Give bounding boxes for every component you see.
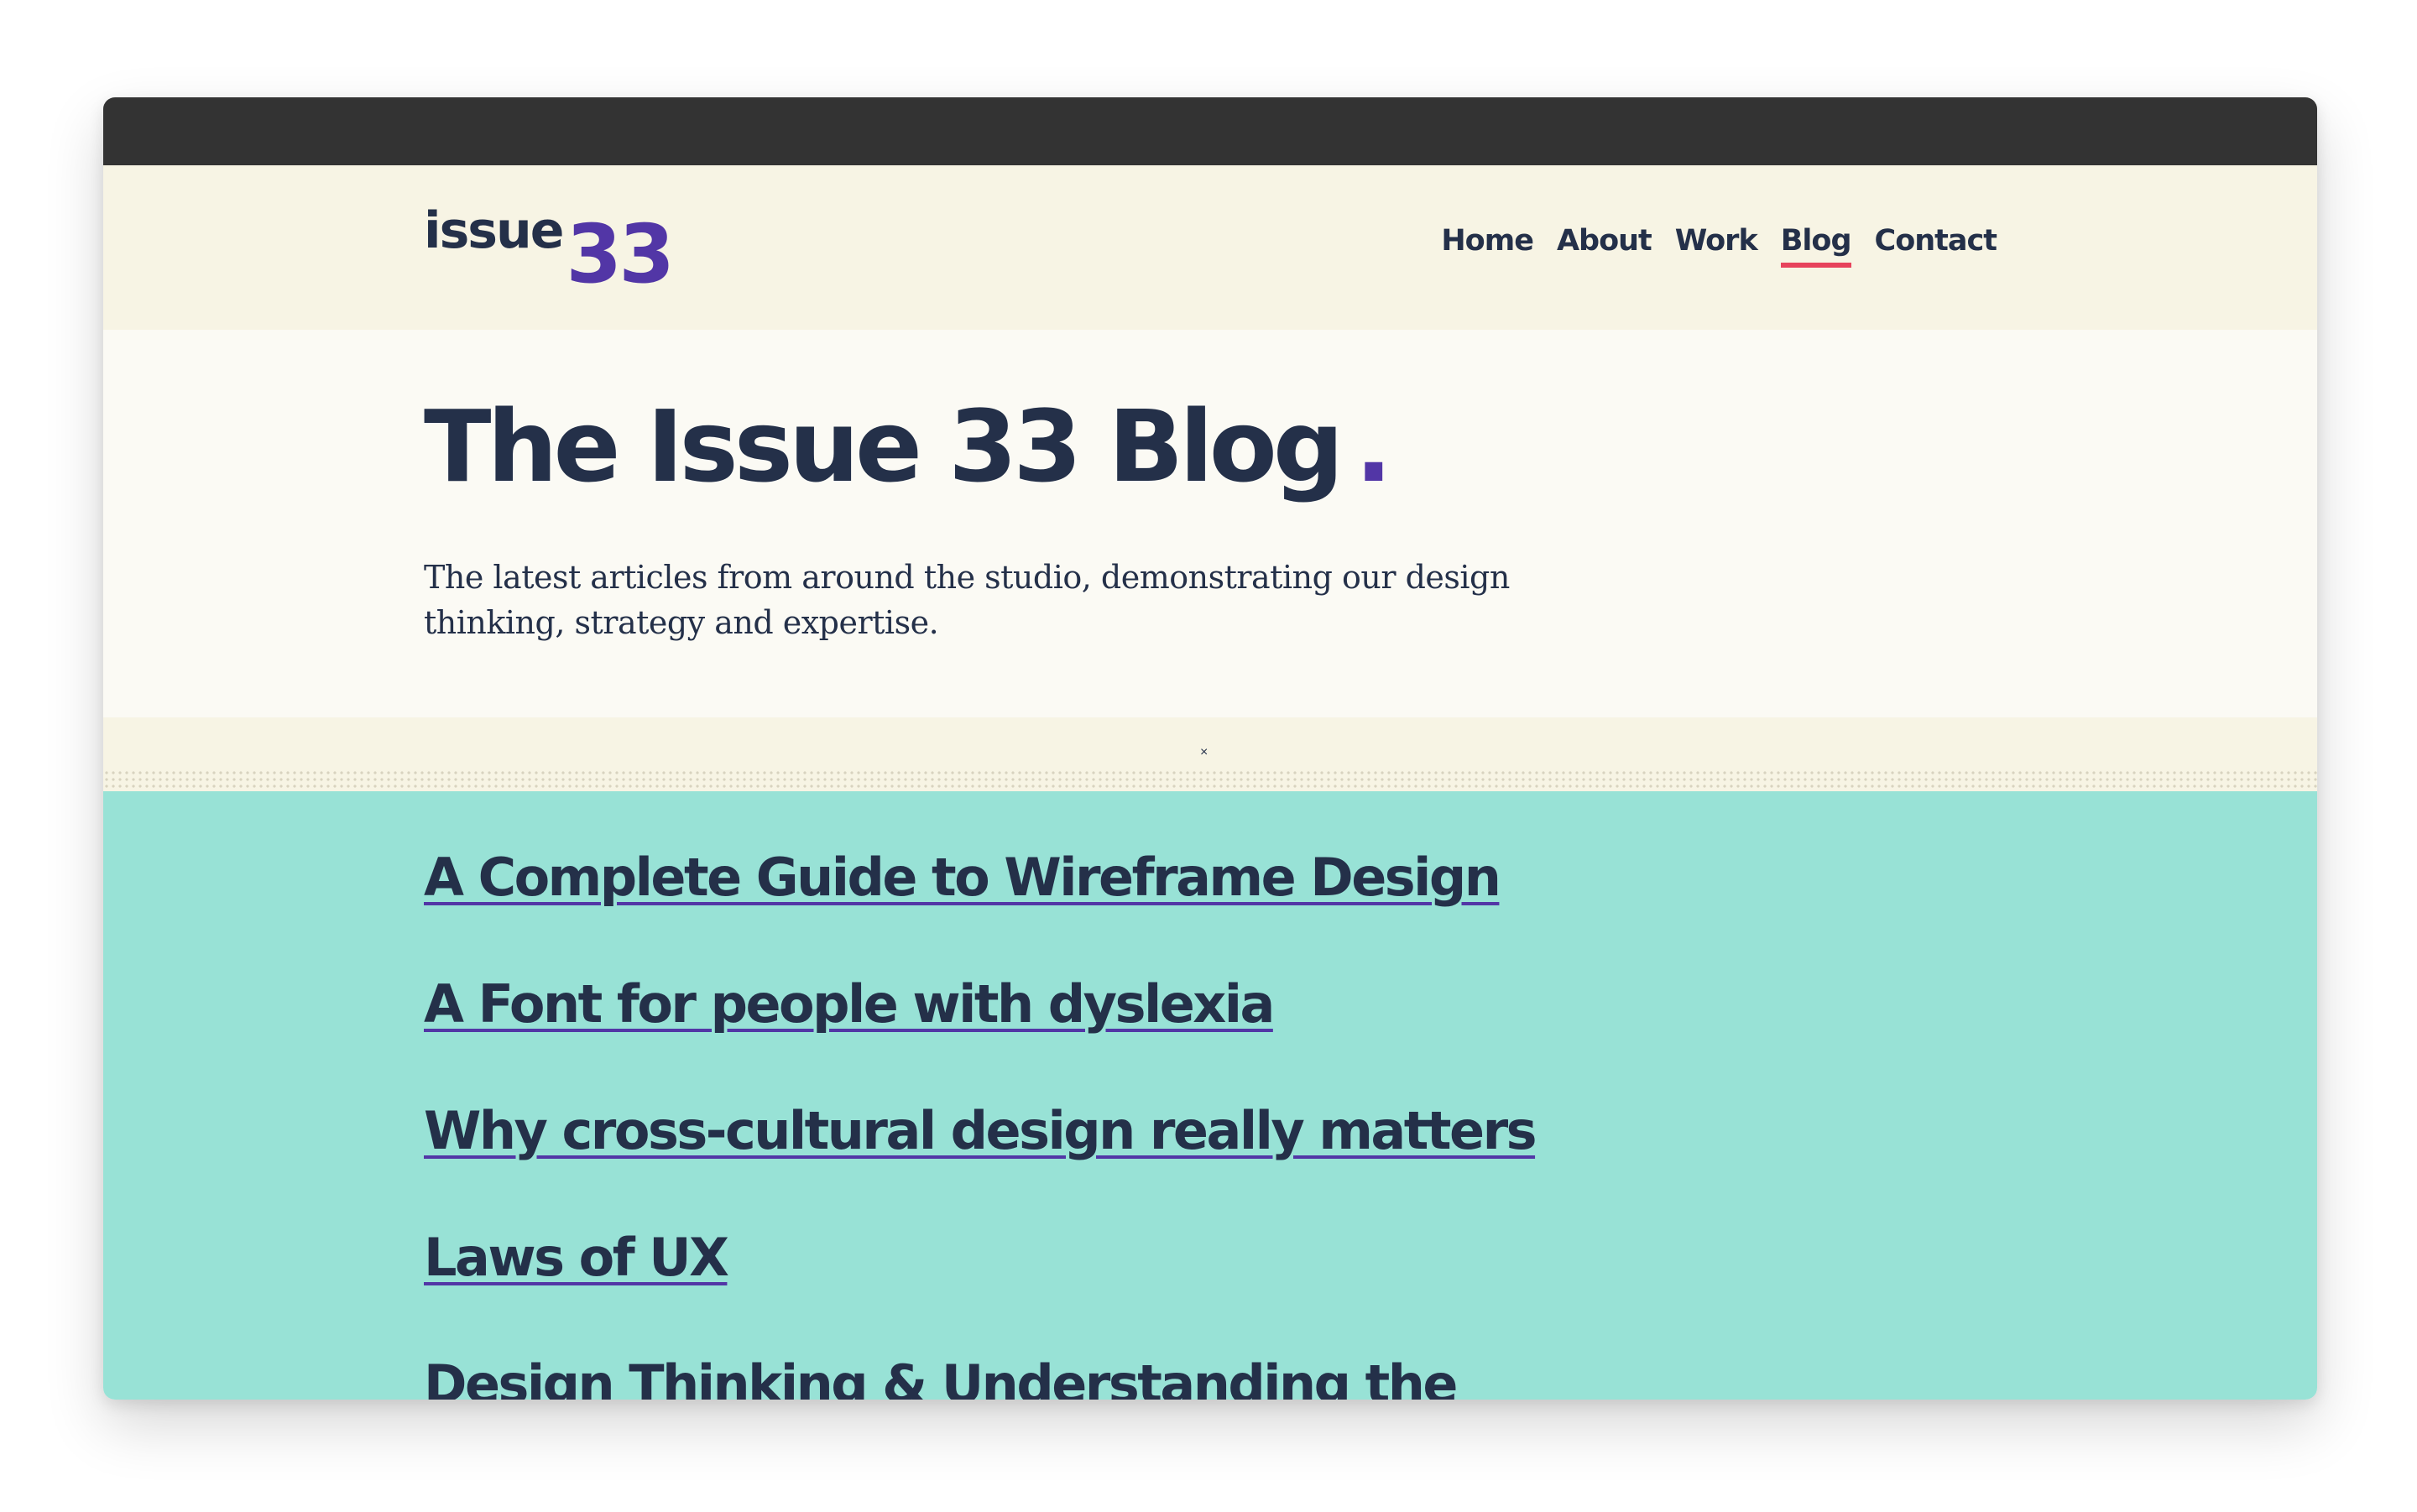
main-nav: Home About Work Blog Contact (1441, 224, 1997, 268)
logo-word: issue (424, 201, 564, 260)
section-divider: × (103, 717, 2317, 791)
list-item: Laws of UX (424, 1227, 1535, 1353)
logo-number: 33 (566, 207, 675, 301)
site-logo[interactable]: issue 33 (424, 199, 675, 295)
nav-work[interactable]: Work (1675, 224, 1758, 268)
article-link[interactable]: Laws of UX (424, 1227, 729, 1288)
page-title-text: The Issue 33 Blog (424, 388, 1344, 504)
hero-section: The Issue 33 Blog. The latest articles f… (103, 330, 2317, 717)
nav-blog[interactable]: Blog (1780, 224, 1852, 268)
article-link[interactable]: A Complete Guide to Wireframe Design (424, 847, 1501, 908)
articles-section: A Complete Guide to Wireframe Design A F… (103, 791, 2317, 1400)
page-subtitle: The latest articles from around the stud… (424, 559, 1510, 641)
list-item: Design Thinking & Understanding the (424, 1353, 1535, 1400)
article-link[interactable]: Design Thinking & Understanding the (424, 1353, 1458, 1400)
article-list: A Complete Guide to Wireframe Design A F… (424, 847, 1537, 1400)
article-link[interactable]: A Font for people with dyslexia (424, 973, 1275, 1035)
page-title: The Issue 33 Blog. (424, 397, 1392, 496)
list-item: Why cross-cultural design really matters (424, 1100, 1537, 1227)
divider-mark: × (1200, 745, 1208, 759)
list-item: A Font for people with dyslexia (424, 973, 1535, 1100)
dotted-pattern (103, 769, 2317, 791)
title-dot: . (1355, 388, 1392, 504)
window-titlebar (103, 97, 2317, 165)
nav-about[interactable]: About (1557, 224, 1652, 268)
site-header: issue 33 Home About Work Blog Contact (103, 165, 2317, 330)
nav-contact[interactable]: Contact (1875, 224, 1997, 268)
browser-window: issue 33 Home About Work Blog Contact Th… (103, 97, 2317, 1400)
article-link[interactable]: Why cross-cultural design really matters (424, 1100, 1537, 1161)
list-item: A Complete Guide to Wireframe Design (424, 847, 1535, 973)
nav-home[interactable]: Home (1441, 224, 1534, 268)
